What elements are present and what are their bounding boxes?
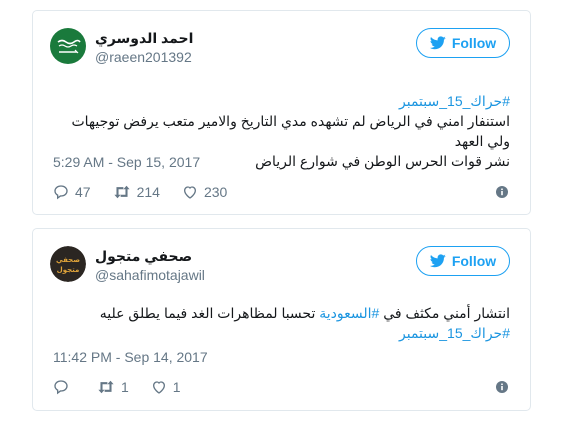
tweet-actions: 47 214 230 xyxy=(53,182,249,202)
like-count: 230 xyxy=(203,184,228,200)
svg-text:متجول: متجول xyxy=(57,266,80,274)
tweet-timestamp[interactable]: 11:42 PM - Sep 14, 2017 xyxy=(53,349,208,365)
avatar[interactable] xyxy=(50,28,86,64)
like-button[interactable]: 1 xyxy=(151,379,181,395)
retweet-button[interactable]: 214 xyxy=(113,184,160,200)
tweet-body-line: انتشار أمني مكثف في #السعودية تحسبا لمظا… xyxy=(53,303,510,323)
tweet-card[interactable]: احمد الدوسري @raeen201392 Follow #حراك_1… xyxy=(32,10,531,215)
tweet-body-suffix: تحسبا لمظاهرات الغد فيما يطلق عليه xyxy=(99,305,320,321)
heart-icon xyxy=(183,186,196,199)
reply-button[interactable]: 47 xyxy=(53,184,91,200)
info-icon[interactable] xyxy=(496,186,508,198)
follow-button[interactable]: Follow xyxy=(416,246,510,276)
follow-label: Follow xyxy=(451,253,497,269)
retweet-count: 1 xyxy=(121,379,129,395)
hashtag-link[interactable]: #حراك_15_سبتمبر xyxy=(53,323,510,343)
avatar[interactable]: صحفي متجول xyxy=(50,246,86,282)
reply-count: 47 xyxy=(75,184,91,200)
heart-icon xyxy=(152,381,165,394)
tweet-timestamp[interactable]: 5:29 AM - Sep 15, 2017 xyxy=(53,154,200,170)
sahafi-logo-icon: صحفي متجول xyxy=(50,246,86,282)
tweet-body-prefix: انتشار أمني مكثف في xyxy=(379,305,510,321)
follow-button[interactable]: Follow xyxy=(416,28,510,58)
hashtag-link[interactable]: #السعودية xyxy=(319,305,379,321)
reply-button[interactable] xyxy=(53,379,75,395)
retweet-count: 214 xyxy=(136,184,160,200)
tweet-text: انتشار أمني مكثف في #السعودية تحسبا لمظا… xyxy=(53,303,510,343)
tweet-card[interactable]: صحفي متجول صحفي متجول @sahafimotajawil F… xyxy=(32,228,531,411)
reply-icon xyxy=(54,380,68,395)
twitter-bird-icon xyxy=(429,254,446,268)
svg-text:صحفي: صحفي xyxy=(56,256,80,264)
reply-icon xyxy=(54,185,68,200)
retweet-icon xyxy=(98,380,114,394)
tweet-actions: 1 1 xyxy=(53,377,203,397)
author-handle[interactable]: @raeen201392 xyxy=(95,49,192,65)
author-name[interactable]: احمد الدوسري xyxy=(95,30,193,47)
author-name[interactable]: صحفي متجول xyxy=(95,248,192,265)
hashtag-link[interactable]: #حراك_15_سبتمبر xyxy=(53,91,510,111)
follow-label: Follow xyxy=(451,35,497,51)
retweet-button[interactable]: 1 xyxy=(97,379,129,395)
retweet-icon xyxy=(113,185,130,199)
author-handle[interactable]: @sahafimotajawil xyxy=(95,267,205,283)
info-icon[interactable] xyxy=(496,381,508,393)
like-count: 1 xyxy=(172,379,181,395)
saudi-flag-icon xyxy=(50,28,86,64)
tweet-body-line: استنفار امني في الرياض لم تشهده مدي التا… xyxy=(71,113,510,149)
twitter-bird-icon xyxy=(429,36,446,50)
like-button[interactable]: 230 xyxy=(182,184,227,200)
